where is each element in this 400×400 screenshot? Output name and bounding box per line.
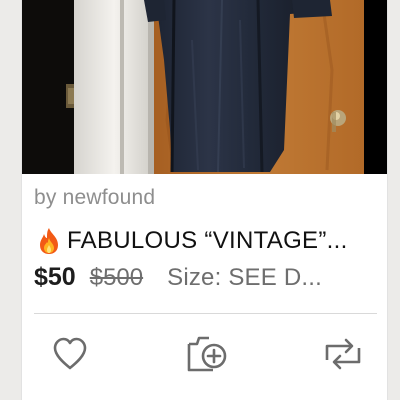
listing-card[interactable]: by newfound FABULOUS “VINTAGE”... $50 $5…	[21, 0, 388, 400]
add-to-bundle-button[interactable]	[183, 334, 227, 374]
price: $50	[34, 263, 76, 291]
price-row: $50 $500 Size: SEE D...	[34, 263, 379, 297]
size-label: Size: SEE D...	[167, 264, 322, 291]
like-button[interactable]	[50, 334, 90, 374]
share-button[interactable]	[321, 334, 361, 374]
seller-label[interactable]: by newfound	[34, 186, 155, 210]
divider	[34, 313, 377, 314]
original-price: $500	[89, 264, 144, 291]
listing-photo[interactable]	[22, 0, 387, 174]
listing-title[interactable]: FABULOUS “VINTAGE”...	[34, 226, 379, 256]
heart-icon	[53, 337, 87, 370]
coat-photo-image	[22, 0, 387, 174]
listing-title-text: FABULOUS “VINTAGE”...	[67, 227, 348, 254]
fire-icon	[34, 226, 64, 256]
add-to-bundle-icon	[187, 336, 227, 372]
repost-icon	[325, 338, 361, 370]
